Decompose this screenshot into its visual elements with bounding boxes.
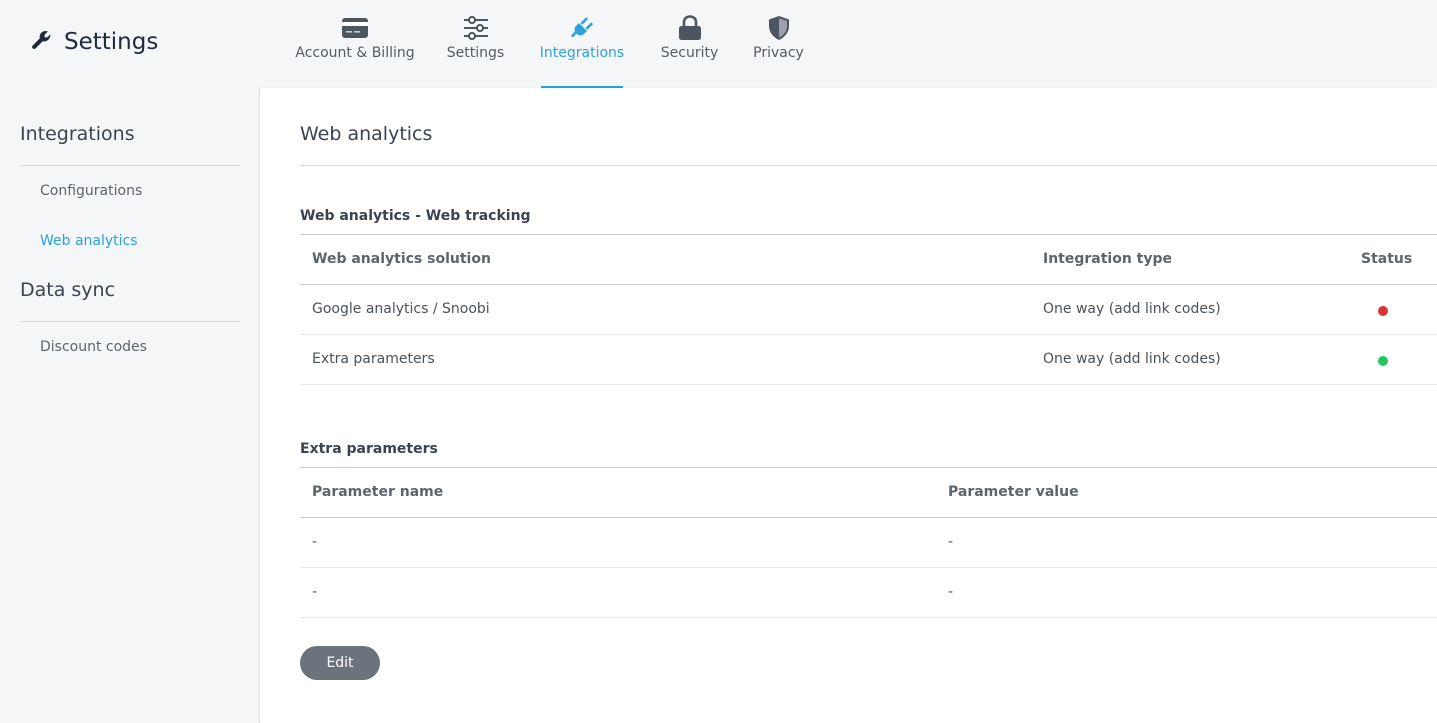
- tab-label: Settings: [446, 45, 505, 61]
- cell-parameter-name: -: [312, 534, 318, 550]
- tab-label: Account & Billing: [295, 45, 415, 61]
- tab-account-billing[interactable]: Account & Billing: [295, 0, 415, 88]
- cell-solution: Google analytics / Snoobi: [312, 301, 490, 317]
- status-indicator-inactive: [1378, 306, 1388, 316]
- cell-integration-type: One way (add link codes): [1043, 301, 1221, 317]
- cell-integration-type: One way (add link codes): [1043, 351, 1221, 367]
- sidebar-item-web-analytics[interactable]: Web analytics: [40, 233, 138, 249]
- tab-label: Integrations: [539, 45, 625, 61]
- tab-privacy[interactable]: Privacy: [753, 0, 804, 88]
- sidebar: Integrations Configurations Web analytic…: [0, 88, 259, 723]
- divider: [300, 467, 1437, 468]
- main-panel: Web analytics Web analytics - Web tracki…: [259, 88, 1437, 723]
- tab-label: Privacy: [753, 45, 804, 61]
- divider: [300, 284, 1437, 285]
- tab-settings[interactable]: Settings: [446, 0, 505, 88]
- sliders-icon: [462, 14, 490, 42]
- divider: [300, 517, 1437, 518]
- params-section-title: Extra parameters: [300, 441, 438, 457]
- tracking-section-title: Web analytics - Web tracking: [300, 208, 531, 224]
- divider: [300, 567, 1437, 568]
- page-brand-title: Settings: [64, 29, 159, 55]
- status-indicator-active: [1378, 356, 1388, 366]
- column-header-parameter-value: Parameter value: [948, 484, 1079, 500]
- wrench-icon: [30, 28, 54, 56]
- sidebar-section-integrations: Integrations: [20, 123, 135, 145]
- shield-icon: [765, 14, 793, 42]
- sidebar-item-discount-codes[interactable]: Discount codes: [40, 339, 147, 355]
- credit-card-icon: [341, 14, 369, 42]
- divider: [300, 334, 1437, 335]
- divider: [300, 384, 1437, 385]
- sidebar-section-data-sync: Data sync: [20, 279, 116, 301]
- cell-parameter-name: -: [312, 584, 318, 600]
- cell-parameter-value: -: [948, 584, 954, 600]
- divider: [300, 234, 1437, 235]
- lock-icon: [676, 14, 704, 42]
- sidebar-item-configurations[interactable]: Configurations: [40, 183, 142, 199]
- divider: [20, 165, 240, 166]
- column-header-integration-type: Integration type: [1043, 251, 1173, 267]
- page-title: Web analytics: [300, 123, 433, 145]
- divider: [20, 321, 240, 322]
- column-header-status: Status: [1361, 251, 1413, 267]
- divider: [300, 165, 1437, 166]
- column-header-parameter-name: Parameter name: [312, 484, 444, 500]
- column-header-solution: Web analytics solution: [312, 251, 491, 267]
- cell-parameter-value: -: [948, 534, 954, 550]
- tab-security[interactable]: Security: [660, 0, 719, 88]
- brand: Settings: [30, 28, 158, 56]
- divider: [300, 617, 1437, 618]
- edit-button[interactable]: Edit: [300, 646, 380, 680]
- top-header: Settings Account & Billing Settings Inte…: [0, 0, 1437, 88]
- tab-integrations[interactable]: Integrations: [539, 0, 625, 88]
- plug-icon: [568, 14, 596, 42]
- tab-label: Security: [660, 45, 719, 61]
- cell-solution: Extra parameters: [312, 351, 435, 367]
